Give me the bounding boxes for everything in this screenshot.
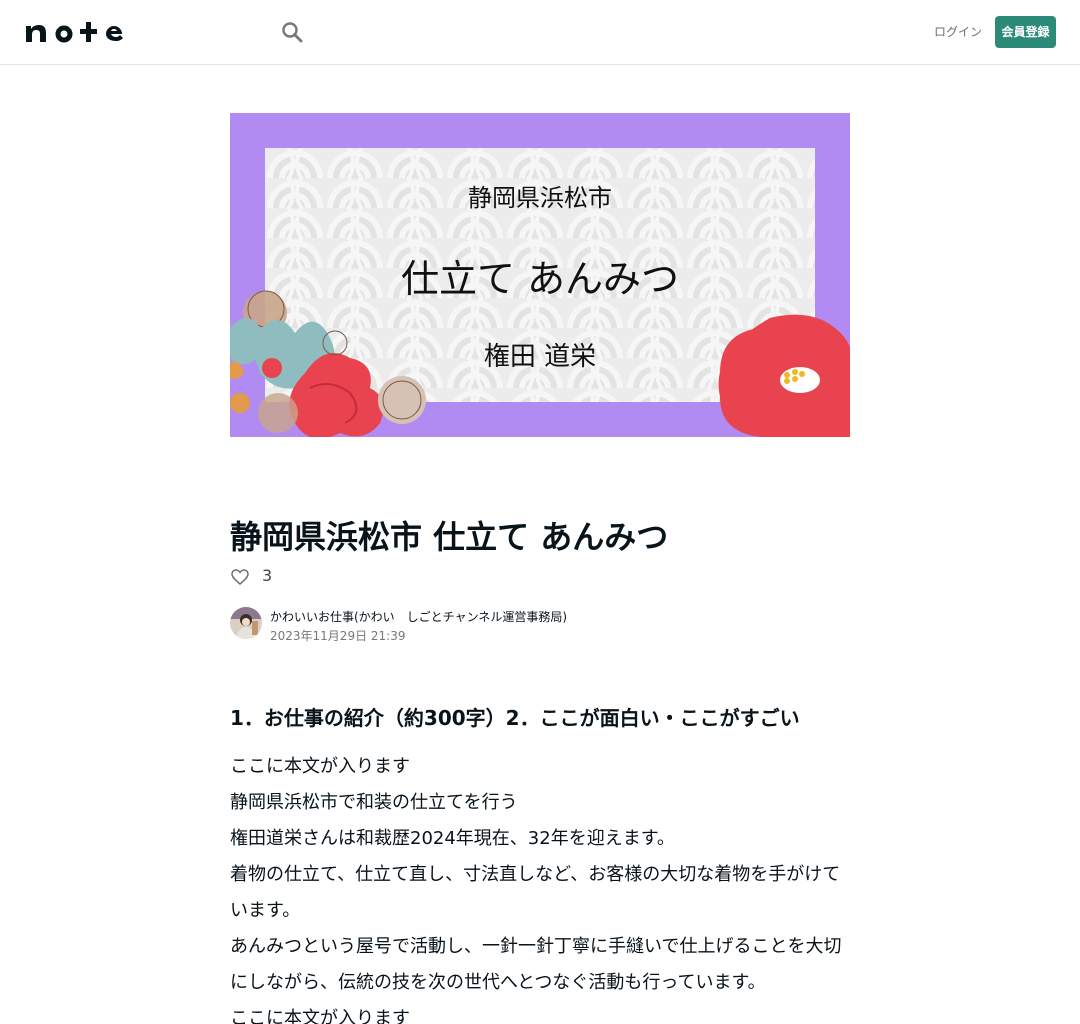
body-paragraph: 着物の仕立て、仕立て直し、寸法直しなど、お客様の大切な着物を手がけています。 [230, 864, 841, 921]
eyecatch-name: 権田 道栄 [483, 342, 597, 372]
eyecatch-image: 静岡県浜松市 仕立て あんみつ 権田 道栄 [230, 113, 850, 437]
post-date: 2023年11月29日 21:39 [270, 629, 406, 643]
search-button[interactable] [278, 18, 306, 46]
body-paragraph: あんみつという屋号で活動し、一針一針丁寧に手縫いで仕上げることを大切にしながら、… [230, 936, 842, 993]
eyecatch-location: 静岡県浜松市 [468, 184, 612, 212]
avatar-image [230, 607, 262, 639]
signup-button[interactable]: 会員登録 [995, 16, 1056, 48]
section-heading: 1．お仕事の紹介（約300字）2．ここが面白い・ここがすごい [230, 706, 800, 730]
article-body: ここに本文が入ります 静岡県浜松市で和装の仕立てを行う 権田道栄さんは和裁歴20… [230, 749, 850, 1024]
like-count: 3 [262, 566, 273, 585]
author-name[interactable]: かわいいお仕事(かわい しごとチャンネル運営事務局) [270, 608, 567, 625]
heart-icon [231, 569, 249, 585]
like-button[interactable] [230, 567, 250, 587]
article-title: 静岡県浜松市 仕立て あんみつ [230, 518, 669, 556]
body-paragraph: ここに本文が入ります [230, 1008, 410, 1024]
note-logo[interactable] [24, 20, 124, 44]
search-icon [282, 22, 303, 43]
body-paragraph: 権田道栄さんは和裁歴2024年現在、32年を迎えます。 [230, 828, 675, 849]
site-header: ログイン 会員登録 [0, 0, 1080, 65]
body-paragraph: 静岡県浜松市で和装の仕立てを行う [230, 792, 518, 813]
body-paragraph: ここに本文が入ります [230, 756, 410, 777]
author-avatar[interactable] [230, 607, 262, 639]
eyecatch-panel: 静岡県浜松市 仕立て あんみつ 権田 道栄 [265, 148, 815, 402]
login-link[interactable]: ログイン [924, 16, 992, 48]
eyecatch-title: 仕立て あんみつ [400, 257, 680, 301]
